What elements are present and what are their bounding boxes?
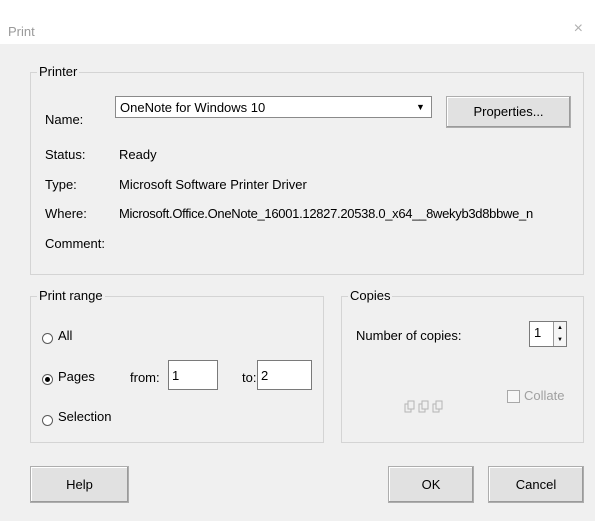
where-label: Where: bbox=[45, 206, 87, 221]
printer-group: Printer Name: OneNote for Windows 10 ▼ P… bbox=[30, 64, 584, 275]
printer-name-select[interactable]: OneNote for Windows 10 ▼ bbox=[115, 96, 432, 118]
collate-pages-icon bbox=[404, 400, 443, 413]
radio-all-label[interactable]: All bbox=[58, 328, 72, 343]
printer-group-label: Printer bbox=[37, 64, 80, 79]
collate-checkbox[interactable] bbox=[507, 390, 520, 403]
print-range-group: Print range All Pages from: to: Selectio… bbox=[30, 288, 324, 443]
to-input[interactable] bbox=[257, 360, 312, 390]
close-icon[interactable]: × bbox=[574, 20, 583, 38]
spin-up-icon[interactable]: ▲ bbox=[553, 322, 566, 334]
dropdown-arrow-icon[interactable]: ▼ bbox=[414, 101, 427, 114]
copies-value: 1 bbox=[534, 325, 542, 340]
comment-label: Comment: bbox=[45, 236, 105, 251]
radio-selection-label[interactable]: Selection bbox=[58, 409, 111, 424]
ok-button[interactable]: OK bbox=[388, 466, 474, 503]
copies-group-label: Copies bbox=[348, 288, 393, 303]
status-label: Status: bbox=[45, 147, 86, 162]
collate-label[interactable]: Collate bbox=[524, 388, 564, 403]
copies-group: Copies Number of copies: 1 ▲ ▼ Collate bbox=[341, 288, 584, 443]
where-value: Microsoft.Office.OneNote_16001.12827.205… bbox=[119, 206, 533, 221]
dialog-title: Print bbox=[8, 24, 35, 39]
help-button[interactable]: Help bbox=[30, 466, 129, 503]
title-bar: Print × bbox=[0, 0, 595, 44]
printer-name-value: OneNote for Windows 10 bbox=[120, 100, 266, 115]
print-dialog: Print × Printer Name: OneNote for Window… bbox=[0, 0, 595, 521]
radio-pages[interactable] bbox=[42, 374, 53, 385]
radio-all[interactable] bbox=[42, 333, 53, 344]
type-value: Microsoft Software Printer Driver bbox=[119, 177, 307, 192]
print-range-group-label: Print range bbox=[37, 288, 105, 303]
name-label: Name: bbox=[45, 112, 84, 127]
status-value: Ready bbox=[119, 147, 157, 162]
properties-button[interactable]: Properties... bbox=[446, 96, 571, 128]
copies-spinner[interactable]: 1 ▲ ▼ bbox=[529, 321, 567, 347]
spin-down-icon[interactable]: ▼ bbox=[553, 334, 566, 346]
from-input[interactable] bbox=[168, 360, 218, 390]
radio-pages-label[interactable]: Pages bbox=[58, 369, 95, 384]
radio-selection[interactable] bbox=[42, 415, 53, 426]
type-label: Type: bbox=[45, 177, 77, 192]
cancel-button[interactable]: Cancel bbox=[488, 466, 584, 503]
number-of-copies-label: Number of copies: bbox=[356, 328, 462, 343]
from-label: from: bbox=[130, 370, 160, 385]
to-label: to: bbox=[242, 370, 257, 385]
